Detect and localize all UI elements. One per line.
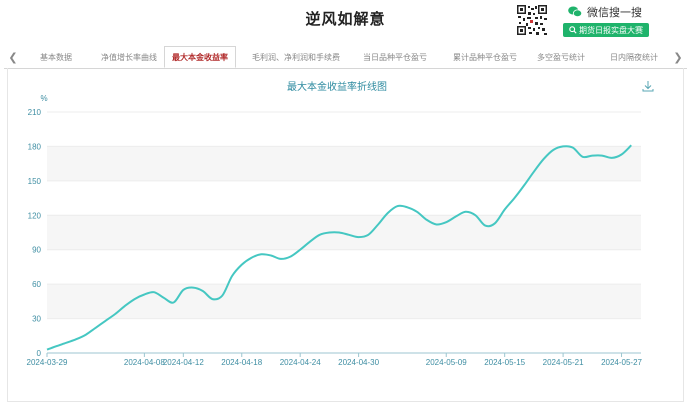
- x-tick-label: 2024-05-27: [601, 358, 642, 367]
- x-tick-label: 2024-04-30: [338, 358, 379, 367]
- chart-title: 最大本金收益率折线图: [287, 80, 387, 93]
- x-tick-label: 2024-04-24: [280, 358, 321, 367]
- grid-band: [47, 284, 641, 319]
- y-tick-label: 90: [32, 246, 41, 255]
- x-tick-label: 2024-04-18: [221, 358, 262, 367]
- x-tick-label: 2024-05-21: [543, 358, 584, 367]
- y-tick-label: 30: [32, 315, 41, 324]
- max-return-line-chart: 0 30 60 90 120 150 180 210 2024-03-29 2024-04-08…: [27, 80, 643, 367]
- y-tick-label: 210: [28, 108, 42, 117]
- y-tick-label: 120: [28, 211, 42, 220]
- y-tick-label: 180: [28, 142, 42, 151]
- x-tick-label: 2024-03-29: [27, 358, 68, 367]
- x-tick-label: 2024-04-12: [163, 358, 204, 367]
- x-tick-label: 2024-05-09: [426, 358, 467, 367]
- y-tick-label: 0: [37, 349, 42, 358]
- x-tick-label: 2024-05-15: [484, 358, 525, 367]
- y-tick-label: 150: [28, 177, 42, 186]
- y-axis-label: %: [40, 94, 47, 103]
- x-tick-label: 2024-04-08: [124, 358, 165, 367]
- y-tick-label: 60: [32, 280, 41, 289]
